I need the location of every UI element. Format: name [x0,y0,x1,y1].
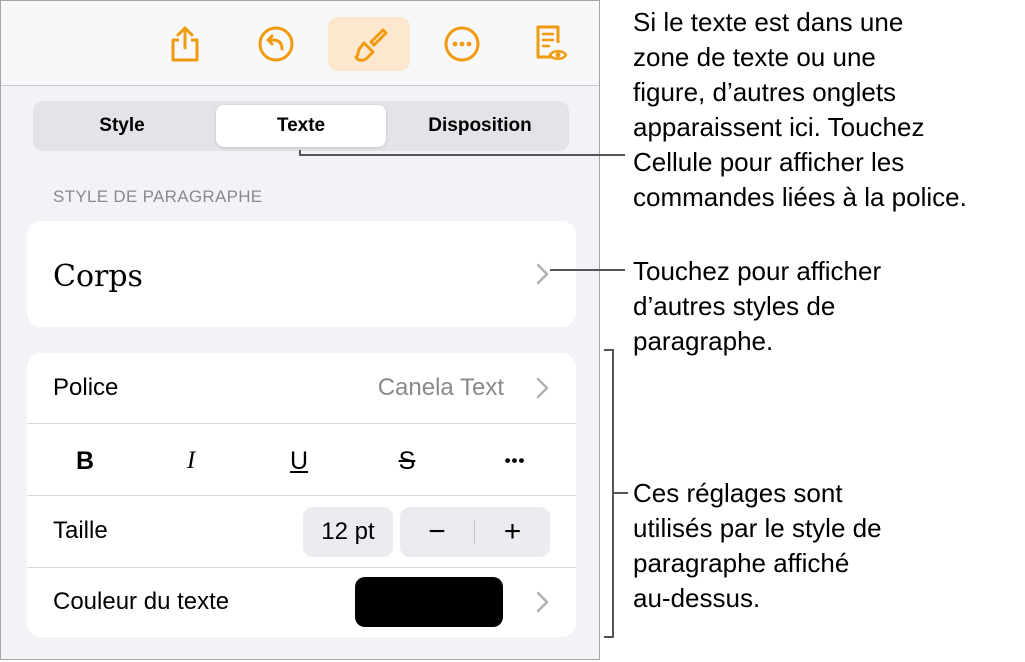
callout-tabs-note: Si le texte est dans une zone de texte o… [633,7,967,212]
callout-settings-note: Ces réglages sont utilisés par le style … [633,478,882,613]
format-panel: Style Texte Disposition STYLE DE PARAGRA… [0,0,600,660]
more-button[interactable] [435,17,489,71]
callout-bracket [604,636,614,638]
format-button[interactable] [328,17,410,71]
callout-line [299,154,625,156]
tab-texte[interactable]: Texte [216,105,386,147]
strikethrough-button[interactable]: S [377,441,437,481]
size-stepper: − + [400,507,550,557]
size-label: Taille [53,517,108,544]
chevron-right-icon [536,591,549,613]
document-view-icon [536,25,568,60]
font-row[interactable]: Police Canela Text [27,353,576,423]
more-formats-button[interactable]: ••• [485,441,545,481]
reading-view-button[interactable] [523,17,577,71]
callout-line [612,492,628,494]
text-color-label: Couleur du texte [53,588,230,615]
undo-button[interactable] [249,17,303,71]
italic-button[interactable]: I [161,441,221,481]
undo-icon [258,26,294,62]
divider [27,423,576,424]
more-icon [444,26,480,62]
chevron-right-icon [536,377,549,399]
tab-disposition[interactable]: Disposition [395,105,565,147]
divider [27,567,576,568]
paintbrush-icon [354,28,388,62]
font-label: Police [53,374,119,401]
text-color-swatch[interactable] [355,577,503,627]
paragraph-style-section-label: STYLE DE PARAGRAPHE [53,187,263,206]
share-button[interactable] [158,17,212,71]
share-icon [171,26,199,62]
tab-style[interactable]: Style [37,105,207,147]
increase-size-button[interactable]: + [475,507,550,557]
callout-line [550,269,625,271]
chevron-right-icon [536,263,549,285]
bold-button[interactable]: B [55,441,115,481]
font-value: Canela Text [377,374,504,401]
underline-button[interactable]: U [269,441,329,481]
decrease-size-button[interactable]: − [400,507,474,557]
callout-style-note: Touchez pour afficher d’autres styles de… [633,256,882,356]
divider [27,495,576,496]
paragraph-style-name: Corps [53,259,143,294]
text-settings-card: Police Canela Text B I U S ••• Taille 12… [27,353,576,637]
size-value-field[interactable]: 12 pt [303,507,393,557]
paragraph-style-row[interactable]: Corps [27,221,576,327]
tab-bar: Style Texte Disposition [33,101,569,151]
toolbar [1,1,599,86]
